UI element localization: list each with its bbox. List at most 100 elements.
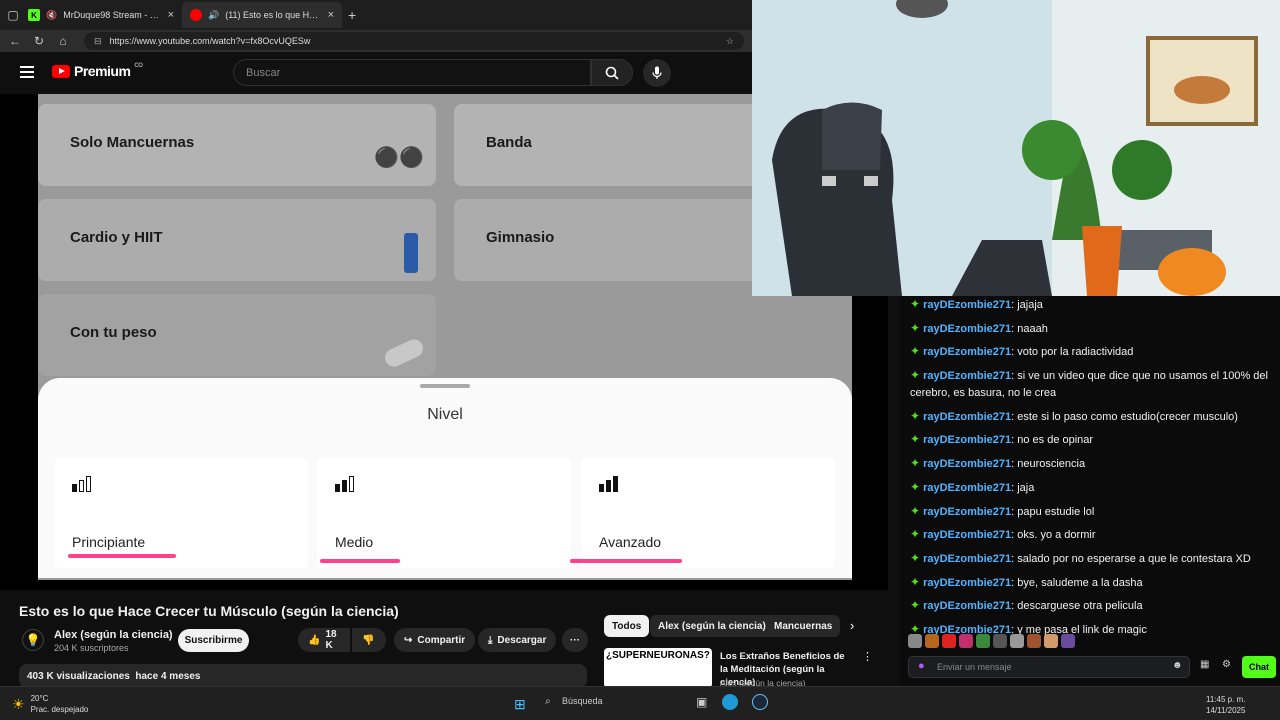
like-button[interactable]: 👍 18 K (298, 628, 350, 652)
channel-name[interactable]: Alex (según la ciencia) (54, 629, 173, 641)
tab-actions-icon[interactable]: ▢ (6, 8, 20, 22)
youtube-logo[interactable]: Premium CO (52, 63, 143, 79)
chip-mancuernas[interactable]: Mancuernas (766, 615, 841, 637)
chat-username[interactable]: rayDEzombie271 (923, 482, 1011, 494)
time: 11:45 p. m. (1206, 695, 1246, 704)
logo-badge: CO (134, 63, 143, 69)
subscribe-button[interactable]: Suscribirme (178, 629, 249, 652)
emote-icon[interactable] (1027, 634, 1041, 648)
close-tab-icon[interactable]: × (328, 9, 334, 21)
microphone-icon (652, 66, 662, 79)
search-icon[interactable]: ⌕ (545, 696, 551, 707)
emote-icon[interactable] (1044, 634, 1058, 648)
emote-icon[interactable] (908, 634, 922, 648)
related-thumbnail[interactable]: ¿SUPERNEURONAS? (604, 648, 712, 688)
emote-icon[interactable] (959, 634, 973, 648)
emote-icon[interactable] (925, 634, 939, 648)
share-label: Compartir (417, 634, 466, 646)
tab-youtube[interactable]: 🔊 (11) Esto es lo que Hace Crec × (182, 2, 342, 28)
store-icon[interactable]: ▦ (1200, 659, 1209, 670)
sparkle-badge-icon: ✦ (910, 479, 921, 494)
sparkle-badge-icon: ✦ (910, 320, 921, 335)
search-button[interactable] (591, 59, 633, 86)
chat-username[interactable]: rayDEzombie271 (923, 600, 1011, 612)
emote-icon[interactable] (993, 634, 1007, 648)
kebab-menu-icon[interactable]: ⋮ (862, 650, 873, 663)
chevron-right-icon[interactable]: › (850, 618, 854, 633)
user-badge-icon[interactable]: ● (918, 660, 925, 672)
level-label: Medio (335, 534, 374, 550)
clock[interactable]: 11:45 p. m. 14/11/2025 (1206, 694, 1245, 716)
chip-channel[interactable]: Alex (según la ciencia) (650, 615, 774, 637)
category-card: Solo Mancuernas ⚫⚫ (38, 104, 436, 186)
home-icon[interactable]: ⌂ (56, 34, 70, 48)
back-icon[interactable]: ← (8, 34, 22, 48)
tab-kick[interactable]: K 🔇 MrDuque98 Stream - Kick De × (20, 2, 182, 28)
chip-todos[interactable]: Todos (604, 615, 650, 637)
speaker-icon[interactable]: 🔊 (208, 10, 219, 21)
signal-bars-icon (72, 476, 91, 492)
chat-text: jaja (1017, 481, 1035, 494)
chat-username[interactable]: rayDEzombie271 (923, 346, 1011, 358)
weather-sun-icon: ☀ (12, 695, 25, 712)
taskbar-search[interactable]: Búsqueda (562, 696, 603, 706)
voice-search-button[interactable] (643, 59, 671, 87)
settings-icon[interactable]: ⚙ (1222, 659, 1231, 670)
tab-title: MrDuque98 Stream - Kick De (63, 10, 161, 20)
new-tab-button[interactable]: + (348, 7, 356, 23)
level-card-medio: Medio (317, 458, 571, 568)
chat-username[interactable]: rayDEzombie271 (923, 434, 1011, 446)
url-field[interactable]: ⊟ https://www.youtube.com/watch?v=fx8Ocv… (84, 32, 744, 50)
chat-text: salado por no esperarse a que le contest… (1017, 552, 1251, 565)
recent-emotes-row (908, 634, 1075, 648)
chat-message: ✦ rayDEzombie271: no es de opinar (910, 432, 1094, 447)
share-button[interactable]: ↪ Compartir (394, 628, 476, 652)
chat-username[interactable]: rayDEzombie271 (923, 506, 1011, 518)
emote-icon[interactable] (1061, 634, 1075, 648)
emote-icon[interactable] (1010, 634, 1024, 648)
star-icon[interactable]: ☆ (726, 36, 734, 47)
task-view-icon[interactable]: ▣ (696, 695, 707, 709)
search-input[interactable]: Buscar (233, 59, 591, 86)
more-actions-button[interactable]: ··· (562, 628, 588, 652)
level-label: Avanzado (599, 534, 662, 550)
chat-input[interactable]: Enviar un mensaje (908, 656, 1190, 678)
emote-icon[interactable] (942, 634, 956, 648)
mute-icon[interactable]: 🔇 (46, 10, 57, 21)
emoji-icon[interactable]: ☻ (1172, 660, 1183, 671)
thumbs-up-icon: 👍 (308, 634, 321, 646)
refresh-icon[interactable]: ↻ (32, 34, 46, 48)
chat-username[interactable]: rayDEzombie271 (923, 299, 1011, 311)
download-button[interactable]: ⤓ Descargar (478, 628, 557, 652)
close-tab-icon[interactable]: × (168, 9, 174, 21)
webcam-scene (752, 0, 1280, 296)
chat-send-button[interactable]: Chat (1242, 656, 1276, 678)
chat-username[interactable]: rayDEzombie271 (923, 411, 1011, 423)
chat-text: voto por la radiactividad (1017, 346, 1134, 359)
highlight-underline (320, 559, 400, 563)
channel-avatar[interactable]: 💡 (22, 629, 44, 651)
edge-icon[interactable] (722, 694, 738, 710)
chat-username[interactable]: rayDEzombie271 (923, 370, 1011, 382)
site-info-icon[interactable]: ⊟ (94, 36, 102, 47)
chat-username[interactable]: rayDEzombie271 (923, 553, 1011, 565)
chat-username[interactable]: rayDEzombie271 (923, 458, 1011, 470)
start-icon[interactable]: ⊞ (514, 696, 526, 713)
live-chat-panel: ✦ rayDEzombie271: jajaja ✦ rayDEzombie271:… (900, 296, 1280, 686)
date: 14/11/2025 (1206, 706, 1246, 715)
chat-message: ✦ rayDEzombie271: este si lo paso como es… (910, 408, 1238, 423)
emote-icon[interactable] (976, 634, 990, 648)
chat-username[interactable]: rayDEzombie271 (923, 323, 1011, 335)
sparkle-badge-icon: ✦ (910, 344, 921, 359)
weather-condition: Prac. despejado (30, 705, 89, 714)
chat-text: este si lo paso como estudio(crecer musc… (1017, 410, 1238, 423)
description-box[interactable]: 403 K visualizaciones hace 4 meses (19, 664, 587, 688)
chat-username[interactable]: rayDEzombie271 (923, 529, 1011, 541)
menu-icon[interactable] (20, 66, 34, 78)
steam-icon[interactable] (752, 694, 768, 710)
dislike-button[interactable]: 👎 (352, 628, 386, 652)
weather-widget[interactable]: ☀ 20°C Prac. despejado (12, 693, 88, 715)
chat-username[interactable]: rayDEzombie271 (923, 577, 1011, 589)
chat-message-list[interactable]: ✦ rayDEzombie271: jajaja ✦ rayDEzombie271:… (910, 296, 1270, 645)
card-label: Gimnasio (486, 229, 555, 246)
